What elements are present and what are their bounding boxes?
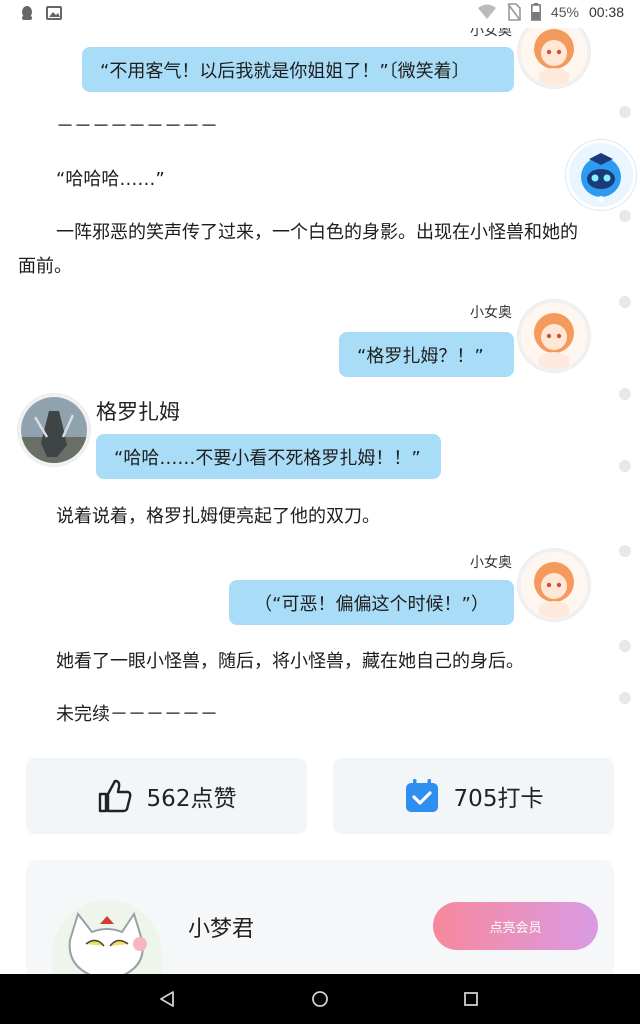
narration-text: 未完续－－－－－－ (56, 704, 218, 725)
chat-bubble[interactable]: “格罗扎姆？！” (339, 332, 514, 377)
narration-text: 说着说着，格罗扎姆便亮起了他的双刀。 (56, 506, 380, 527)
scroll-dot (619, 210, 631, 222)
checkin-button[interactable]: 705打卡 (333, 758, 614, 834)
like-count: 562点赞 (146, 786, 237, 812)
image-icon (46, 6, 62, 20)
narration-text: 她看了一眼小怪兽，随后，将小怪兽，藏在她自己的身后。 (56, 651, 524, 672)
chat-bubble[interactable]: “不用客气！以后我就是你姐姐了！”〔微笑着〕 (82, 47, 514, 92)
speaker-name: 小女奥 (470, 555, 512, 571)
recents-icon[interactable] (462, 990, 480, 1008)
bubble-text: （“可恶！偏偏这个时候！”） (254, 593, 489, 615)
narration-text: －－－－－－－－－ (56, 116, 218, 137)
girl-avatar-icon (521, 303, 587, 369)
avatar-monster[interactable] (18, 394, 90, 466)
scroll-dot (619, 296, 631, 308)
back-icon[interactable] (158, 990, 176, 1008)
narration-text: “哈哈哈……” (56, 169, 165, 190)
scroll-dot (619, 692, 631, 704)
scroll-dot (619, 106, 631, 118)
bubble-text: “哈哈……不要小看不死格罗扎姆！！” (114, 447, 421, 469)
like-button[interactable]: 562点赞 (26, 758, 307, 834)
member-button-label: 点亮会员 (489, 920, 542, 936)
battery-icon (530, 3, 541, 21)
checkin-count: 705打卡 (453, 786, 544, 812)
scroll-dot (619, 460, 631, 472)
member-name: 小梦君 (188, 917, 255, 942)
activate-member-button[interactable]: 点亮会员 (433, 902, 598, 950)
girl-avatar-icon (521, 19, 587, 85)
narration-text: 面前。 (18, 256, 72, 277)
chat-bubble[interactable]: （“可恶！偏偏这个时候！”） (229, 580, 514, 625)
speaker-name: 小女奥 (470, 305, 512, 321)
scroll-dot (619, 388, 631, 400)
bubble-text: “格罗扎姆？！” (357, 345, 484, 367)
wifi-icon (477, 4, 496, 19)
battery-percent: 45% (550, 4, 579, 20)
bubble-text: “不用客气！以后我就是你姐姐了！”〔微笑着〕 (100, 60, 470, 82)
qq-icon (22, 6, 32, 20)
speaker-name: 格罗扎姆 (96, 400, 180, 424)
no-sim-icon (507, 3, 521, 21)
robot-icon (581, 153, 621, 202)
girl-avatar-icon (521, 552, 587, 618)
scroll-dot (619, 545, 631, 557)
avatar-girl[interactable] (518, 300, 590, 372)
monster-avatar-icon (21, 397, 87, 463)
home-icon[interactable] (311, 990, 329, 1008)
scroll-dot (619, 640, 631, 652)
navigation-bar (0, 974, 640, 1024)
narration-text: 一阵邪恶的笑声传了过来，一个白色的身影。出现在小怪兽和她的 (56, 222, 578, 243)
avatar-girl[interactable] (518, 549, 590, 621)
calendar-check-icon (405, 779, 438, 812)
thumbs-up-icon (98, 779, 131, 813)
chat-bubble[interactable]: “哈哈……不要小看不死格罗扎姆！！” (96, 434, 441, 479)
assistant-robot-button[interactable] (566, 140, 636, 210)
status-bar: 45% 00:38 (0, 0, 640, 28)
clock: 00:38 (588, 4, 624, 20)
